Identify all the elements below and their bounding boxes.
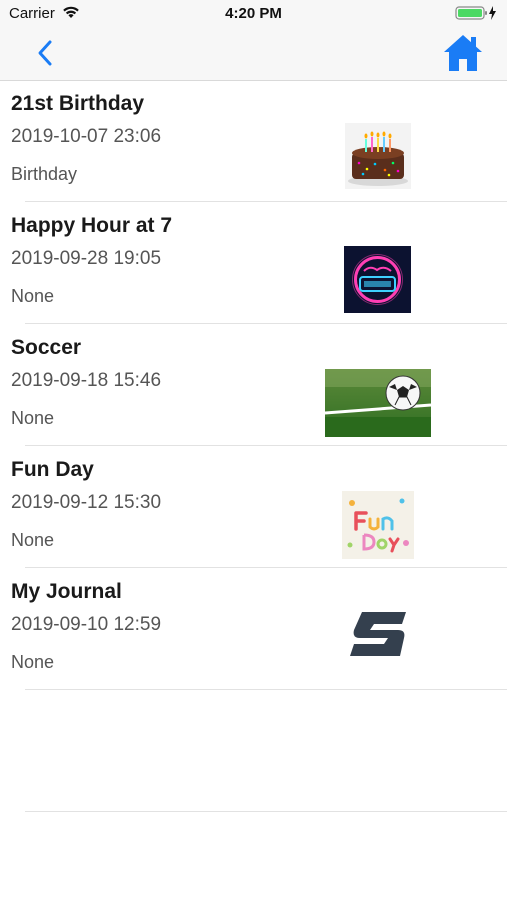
row-separator	[25, 811, 507, 812]
journal-logo-image	[348, 610, 408, 660]
home-icon	[444, 35, 482, 71]
entry-category: None	[11, 286, 55, 306]
empty-list-row	[0, 690, 507, 812]
battery-charging-icon	[455, 5, 499, 26]
list-item[interactable]: My Journal 2019-09-10 12:59 None	[0, 568, 507, 690]
birthday-cake-image	[345, 123, 411, 189]
entry-category: None	[11, 652, 55, 672]
entry-date: 2019-09-12 15:30	[11, 492, 162, 513]
happy-hour-neon-image	[344, 246, 411, 313]
navigation-bar	[0, 28, 507, 81]
status-time: 4:20 PM	[225, 5, 282, 22]
entries-list: 21st Birthday 2019-10-07 23:06 Birthday	[0, 80, 507, 812]
entry-title: Happy Hour at 7	[11, 214, 173, 237]
back-button[interactable]	[34, 38, 56, 68]
list-item[interactable]: Fun Day 2019-09-12 15:30 None	[0, 446, 507, 568]
home-button[interactable]	[442, 33, 484, 73]
list-item[interactable]: Soccer 2019-09-18 15:46 None	[0, 324, 507, 446]
entry-date: 2019-10-07 23:06	[11, 126, 162, 147]
entry-category: None	[11, 408, 55, 428]
entry-title: My Journal	[11, 580, 122, 603]
list-item[interactable]: 21st Birthday 2019-10-07 23:06 Birthday	[0, 80, 507, 202]
list-item[interactable]: Happy Hour at 7 2019-09-28 19:05 None	[0, 202, 507, 324]
entry-category: None	[11, 530, 55, 550]
entry-category: Birthday	[11, 164, 78, 184]
entry-date: 2019-09-28 19:05	[11, 248, 162, 269]
status-bar: Carrier 4:20 PM	[0, 0, 507, 28]
entry-title: Soccer	[11, 336, 82, 359]
soccer-ball-image	[325, 369, 431, 437]
entry-title: Fun Day	[11, 458, 94, 481]
fun-day-image	[342, 491, 414, 559]
entry-date: 2019-09-18 15:46	[11, 370, 162, 391]
chevron-left-icon	[38, 40, 52, 66]
entry-title: 21st Birthday	[11, 92, 145, 115]
entry-date: 2019-09-10 12:59	[11, 614, 162, 635]
